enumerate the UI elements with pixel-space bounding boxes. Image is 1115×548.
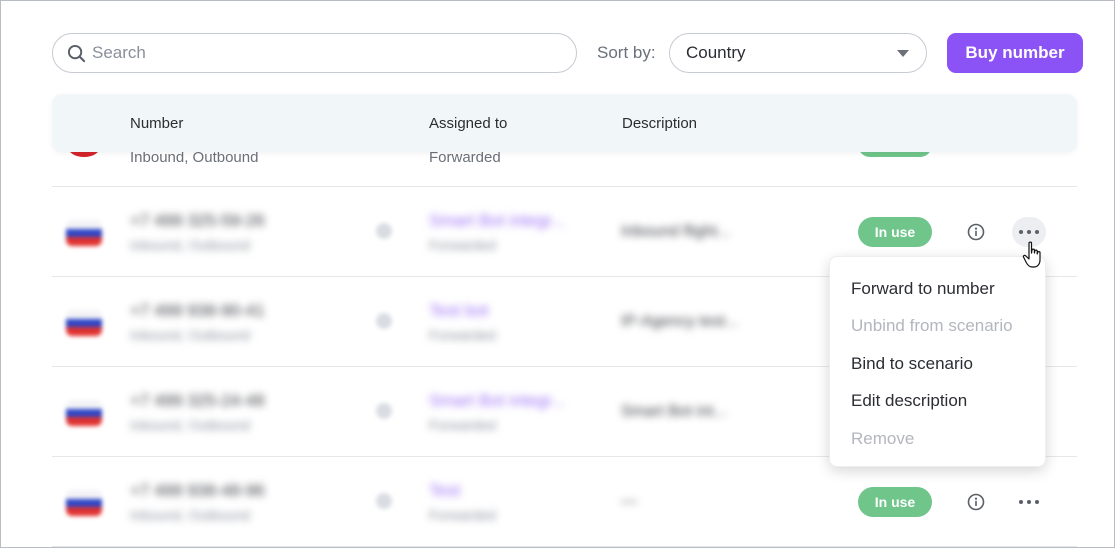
country-flag-icon [66, 310, 102, 336]
menu-item-bind-to-scenario[interactable]: Bind to scenario [851, 354, 973, 374]
phone-number: +7 499 938-48-96 [130, 481, 265, 500]
numbers-panel: Sort by: Country Buy number Inbound, Out… [0, 0, 1115, 548]
number-direction: Inbound, Outbound [130, 327, 250, 343]
column-header-assigned: Assigned to [429, 115, 508, 132]
assigned-link[interactable]: Test [429, 481, 460, 501]
menu-item-forward-to-number[interactable]: Forward to number [851, 279, 995, 299]
buy-number-button[interactable]: Buy number [947, 33, 1083, 73]
row-actions-menu: Forward to number Unbind from scenario B… [829, 256, 1046, 467]
country-flag-icon [66, 400, 102, 426]
scenario-icon [376, 403, 392, 419]
menu-item-edit-description[interactable]: Edit description [851, 391, 967, 411]
sort-select[interactable]: Country [669, 33, 927, 73]
assigned-mode: Forwarded [429, 507, 496, 523]
search-icon [67, 44, 86, 62]
country-flag-icon [66, 490, 102, 516]
menu-item-remove: Remove [851, 429, 915, 448]
caret-down-icon [897, 50, 909, 57]
info-icon[interactable] [967, 493, 985, 511]
assigned-link[interactable]: Smart Bot integr... [429, 391, 565, 411]
description: Inbound flight... [621, 223, 731, 240]
number-direction: Inbound, Outbound [130, 237, 250, 253]
assigned-link[interactable]: Smart Bot integr... [429, 211, 565, 231]
assigned-mode: Forwarded [429, 417, 496, 433]
assigned-mode: Forwarded [429, 237, 496, 253]
info-icon[interactable] [967, 223, 985, 241]
status-badge: In use [858, 217, 932, 247]
assigned-mode: Forwarded [429, 327, 496, 343]
phone-number: +7 499 938-90-41 [130, 301, 265, 320]
description: — [621, 493, 637, 510]
column-header-number: Number [130, 115, 184, 132]
number-direction: Inbound, Outbound [130, 417, 250, 433]
menu-item-unbind-from-scenario: Unbind from scenario [851, 316, 1013, 335]
search-box[interactable] [52, 33, 577, 73]
number-direction: Inbound, Outbound [130, 507, 250, 523]
column-header-description: Description [622, 115, 698, 132]
scenario-icon [376, 223, 392, 239]
search-input[interactable] [92, 43, 552, 63]
phone-number: +7 499 325-59-26 [130, 211, 265, 230]
hand-cursor-icon [1022, 241, 1041, 268]
phone-number: +7 499 325-24-48 [130, 391, 265, 410]
country-flag-icon [66, 220, 102, 246]
table-header: Number Assigned to Description [52, 94, 1077, 152]
table-row[interactable]: +7 499 938-48-96 Inbound, Outbound Test … [52, 457, 1077, 547]
description: Smart Bot int... [621, 403, 727, 420]
scenario-icon [376, 493, 392, 509]
status-badge: In use [858, 487, 932, 517]
sort-select-value: Country [686, 43, 746, 62]
more-actions-button[interactable] [1012, 487, 1046, 517]
scenario-icon [376, 313, 392, 329]
assigned-link[interactable]: Test bot [429, 301, 489, 321]
sort-label: Sort by: [597, 43, 656, 62]
description: IP-Agency test... [621, 313, 739, 330]
